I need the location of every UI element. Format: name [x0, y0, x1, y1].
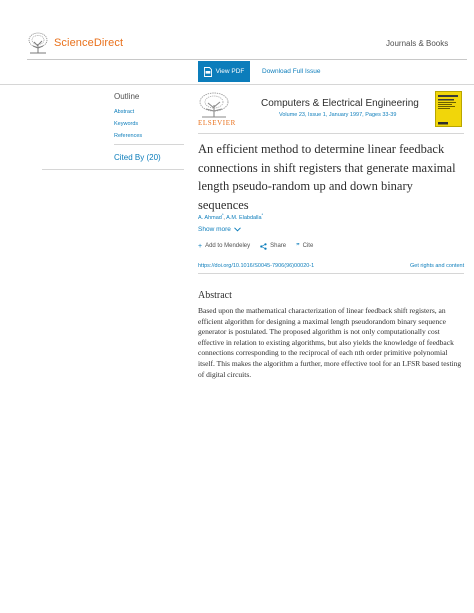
toolbar-divider — [0, 84, 474, 85]
quote-icon: ” — [296, 242, 300, 250]
journal-block-divider — [198, 133, 464, 134]
share-label: Share — [270, 243, 287, 249]
article-actions: + Add to Mendeley Share ” Cite — [198, 242, 313, 250]
outline-title: Outline — [114, 92, 140, 101]
elsevier-tree-icon[interactable] — [198, 92, 230, 118]
cite-button[interactable]: ” Cite — [296, 242, 313, 250]
author-list: A. Ahmadᵊ, A.M. Elabdallaᵊ — [198, 212, 263, 221]
abstract-text: Based upon the mathematical characteriza… — [198, 306, 462, 379]
author-reference-icon[interactable]: ᵊ — [262, 212, 264, 217]
header-divider — [27, 59, 467, 60]
elsevier-wordmark: ELSEVIER — [198, 119, 236, 127]
cited-by-link[interactable]: Cited By (20) — [114, 153, 161, 162]
volume-info-link[interactable]: Volume 23, Issue 1, January 1997, Pages … — [279, 112, 396, 118]
doi-divider — [198, 273, 464, 274]
outline-item-abstract[interactable]: Abstract — [114, 109, 134, 115]
outline-item-references[interactable]: References — [114, 133, 142, 139]
author-link[interactable]: A. Ahmad — [198, 215, 222, 221]
show-more-label: Show more — [198, 226, 231, 233]
outline-item-keywords[interactable]: Keywords — [114, 121, 138, 127]
article-title: An efficient method to determine linear … — [198, 142, 456, 212]
journal-name-link[interactable]: Computers & Electrical Engineering — [261, 98, 419, 109]
cite-label: Cite — [302, 243, 314, 249]
chevron-down-icon — [234, 227, 241, 232]
download-full-issue-link[interactable]: Download Full Issue — [262, 68, 321, 75]
pdf-icon — [203, 66, 212, 77]
cited-by-divider — [42, 169, 184, 170]
show-more-button[interactable]: Show more — [198, 226, 241, 233]
author-link[interactable]: A.M. Elabdalla — [226, 215, 261, 221]
brand-name[interactable]: ScienceDirect — [54, 37, 123, 49]
get-rights-link[interactable]: Get rights and content — [410, 263, 464, 269]
outline-divider — [114, 144, 184, 145]
view-pdf-button[interactable]: View PDF — [198, 61, 250, 82]
journals-books-link[interactable]: Journals & Books — [386, 39, 448, 48]
add-to-mendeley-button[interactable]: + Add to Mendeley — [198, 243, 250, 250]
journal-cover-art-icon — [438, 95, 458, 125]
abstract-heading: Abstract — [198, 290, 232, 301]
elsevier-tree-logo-icon[interactable] — [27, 32, 49, 54]
share-button[interactable]: Share — [260, 242, 287, 250]
plus-icon: + — [198, 242, 203, 250]
share-icon — [260, 242, 267, 250]
doi-link[interactable]: https://doi.org/10.1016/S0045-7906(96)00… — [198, 263, 314, 269]
view-pdf-label: View PDF — [215, 68, 245, 75]
add-to-mendeley-label: Add to Mendeley — [205, 243, 251, 249]
journal-cover-thumbnail[interactable] — [435, 91, 462, 127]
